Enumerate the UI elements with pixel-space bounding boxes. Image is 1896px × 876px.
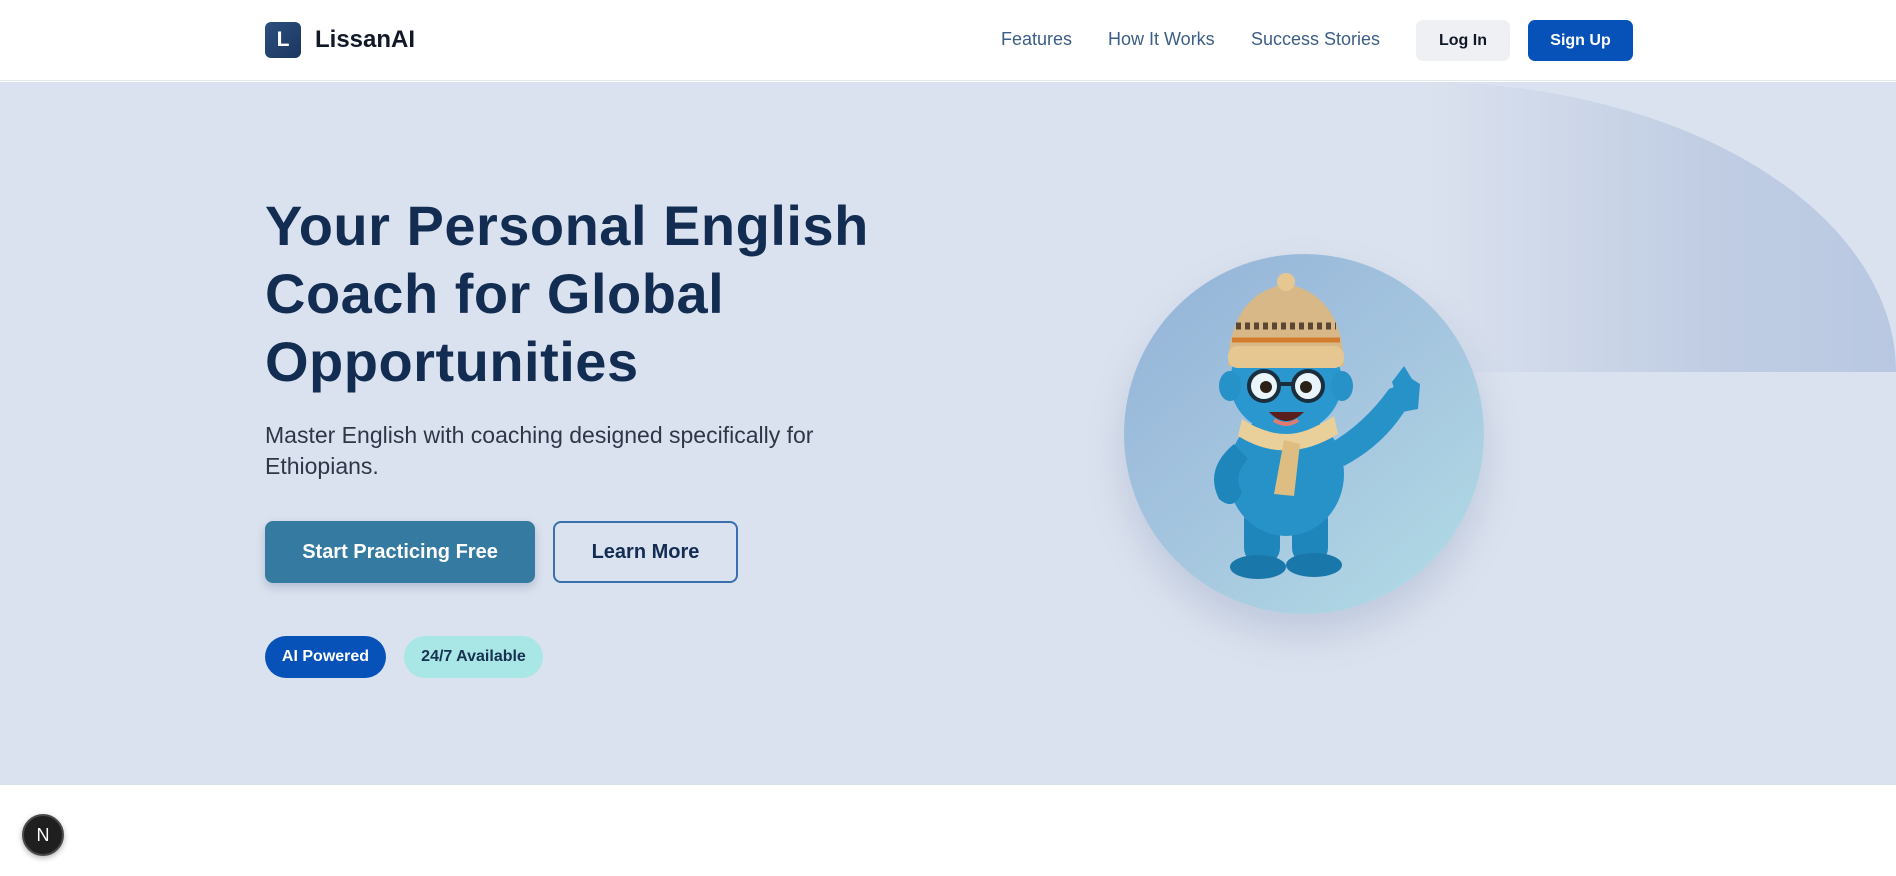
available-badge: 24/7 Available	[404, 636, 543, 678]
nav-link-features[interactable]: Features	[1001, 29, 1072, 50]
decorative-shape	[1422, 82, 1896, 372]
dev-tools-badge[interactable]: N	[22, 814, 64, 856]
signup-button[interactable]: Sign Up	[1528, 20, 1633, 61]
logo-icon: L	[265, 22, 301, 58]
nav-link-success-stories[interactable]: Success Stories	[1251, 29, 1380, 50]
mascot-illustration	[1214, 273, 1420, 579]
brand-name: LissanAI	[315, 26, 416, 53]
hero-section: Your Personal English Coach for Global O…	[0, 82, 1896, 785]
learn-more-button[interactable]: Learn More	[553, 521, 738, 583]
ai-powered-badge: AI Powered	[265, 636, 386, 678]
nav-link-how-it-works[interactable]: How It Works	[1108, 29, 1215, 50]
hero-subtitle: Master English with coaching designed sp…	[265, 422, 814, 479]
start-practicing-button[interactable]: Start Practicing Free	[265, 521, 535, 583]
logo[interactable]: L LissanAI	[265, 22, 415, 58]
hero-title: Your Personal English Coach for Global O…	[265, 194, 869, 393]
login-button[interactable]: Log In	[1416, 20, 1510, 61]
site-header: L LissanAI Features How It Works Success…	[0, 0, 1896, 81]
mascot-circle	[1124, 254, 1484, 614]
